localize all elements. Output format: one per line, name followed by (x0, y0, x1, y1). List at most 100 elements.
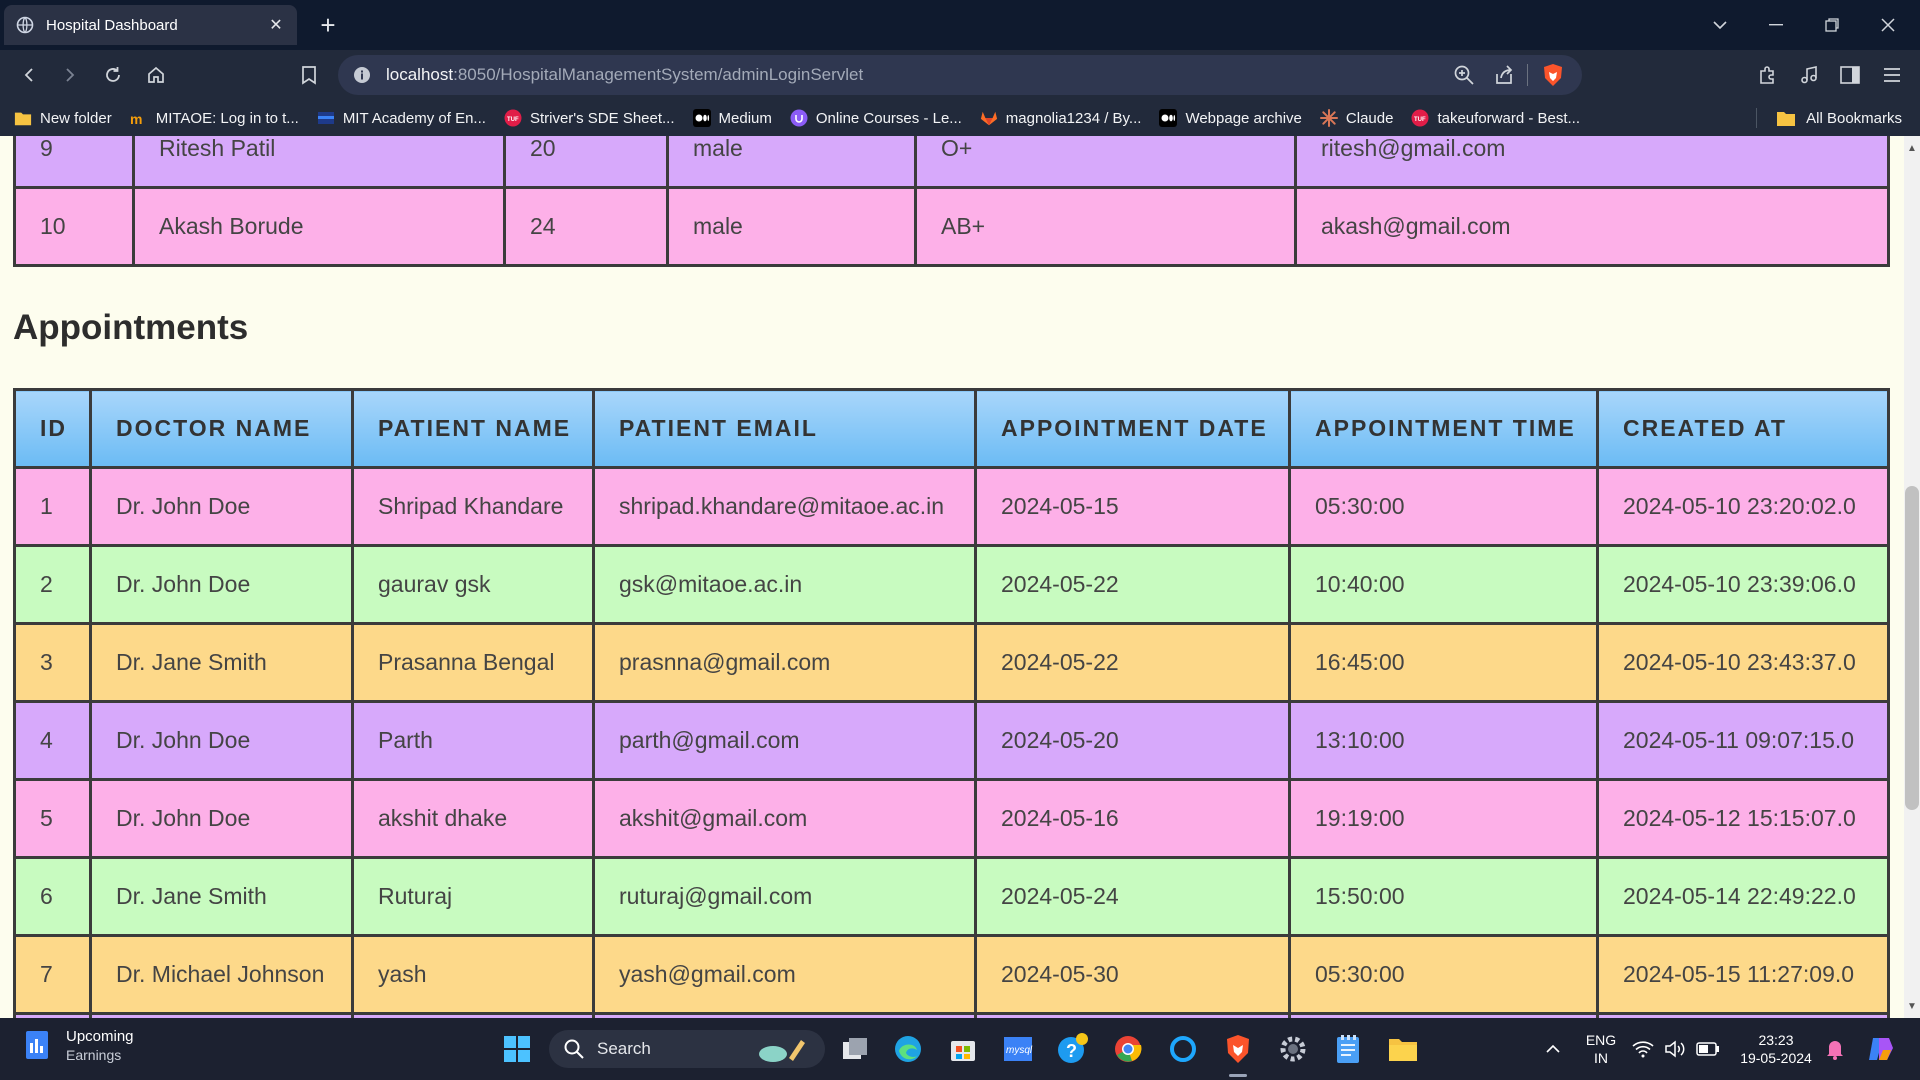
cortana-icon[interactable] (1165, 1031, 1201, 1067)
bookmark-item[interactable]: Claude (1319, 109, 1393, 127)
column-header: CREATED AT (1596, 388, 1890, 469)
table-cell: 05:30:00 (1288, 934, 1599, 1015)
scrollbar-thumb[interactable] (1905, 486, 1919, 810)
mit-icon (317, 109, 335, 127)
bookmark-label: Striver's SDE Sheet... (529, 109, 675, 127)
table-cell: Dr. Michael Johnson (89, 934, 354, 1015)
folder-icon (1776, 109, 1796, 127)
media-icon[interactable] (1793, 59, 1825, 91)
bookmark-item[interactable]: magnolia1234 / By... (980, 109, 1141, 127)
reload-icon[interactable] (97, 59, 129, 91)
table-cell: ritesh@gmail.com (1294, 136, 1890, 189)
table-cell: 2024-05-30 (974, 934, 1291, 1015)
bookmark-item[interactable]: Webpage archive (1159, 109, 1302, 127)
tab-search-chevron-icon[interactable] (1692, 0, 1748, 50)
restore-icon[interactable] (1804, 0, 1860, 50)
udemy-icon (790, 109, 808, 127)
table-cell: 05:30:00 (1288, 466, 1599, 547)
weather-widget[interactable]: Upcoming Earnings (24, 1028, 134, 1063)
tab-close-icon[interactable]: ✕ (267, 15, 285, 35)
home-icon[interactable] (140, 59, 172, 91)
bookmark-item[interactable]: TUF Striver's SDE Sheet... (504, 109, 675, 127)
table-cell: Shripad Khandare (351, 466, 595, 547)
edge-icon[interactable] (890, 1031, 926, 1067)
table-cell: 24 (503, 186, 669, 267)
bookmark-item[interactable]: m MITAOE: Log in to t... (130, 109, 299, 128)
tuf-icon: TUF (1411, 109, 1429, 127)
close-window-icon[interactable] (1860, 0, 1916, 50)
url-text[interactable]: localhost:8050/HospitalManagementSystem/… (386, 65, 1439, 85)
table-cell: Akash Borude (132, 186, 506, 267)
table-cell: 2024-05-12 15:15:07.0 (1596, 778, 1890, 859)
appointments-table: ID DOCTOR NAME PATIENT NAME PATIENT EMAIL AP… (13, 388, 1890, 1018)
bookmark-item[interactable]: Online Courses - Le... (790, 109, 962, 127)
all-bookmarks-button[interactable]: All Bookmarks (1776, 100, 1902, 136)
search-label: Search (597, 1039, 651, 1058)
tab-title: Hospital Dashboard (46, 16, 178, 34)
scroll-down-icon[interactable]: ▼ (1904, 998, 1920, 1016)
table-cell: akash@gmail.com (1294, 186, 1890, 267)
table-cell: yash@gmail.com (592, 934, 977, 1015)
mysql-workbench-icon[interactable]: mysql (1000, 1031, 1036, 1067)
bookmark-label: takeuforward - Best... (1437, 109, 1581, 127)
column-header: PATIENT EMAIL (592, 388, 977, 469)
task-view-icon[interactable] (837, 1031, 873, 1067)
table-cell: 2024-05-10 23:20:02.0 (1596, 466, 1890, 547)
help-icon[interactable]: ? (1055, 1031, 1091, 1067)
site-info-icon[interactable] (352, 65, 372, 85)
tuf-icon: TUF (504, 109, 522, 127)
show-hidden-icons-chevron[interactable] (1535, 1031, 1571, 1067)
language-indicator[interactable]: ENG IN (1580, 1031, 1622, 1067)
table-row: 1 Dr. John Doe Shripad Khandare shripad.kha… (13, 466, 1890, 547)
sidebar-icon[interactable] (1834, 59, 1866, 91)
column-header: DOCTOR NAME (89, 388, 354, 469)
bookmark-item[interactable]: TUF takeuforward - Best... (1411, 109, 1580, 127)
battery-icon[interactable] (1694, 1031, 1722, 1067)
brave-shields-icon[interactable] (1538, 60, 1568, 90)
table-cell: Dr. John Doe (89, 544, 354, 625)
taskbar-search[interactable]: Search (549, 1030, 825, 1068)
bookmark-label: New folder (40, 109, 112, 127)
table-cell: Ruturaj (351, 856, 595, 937)
chrome-icon[interactable] (1110, 1031, 1146, 1067)
back-icon[interactable] (13, 59, 45, 91)
bookmark-icon[interactable] (293, 59, 325, 91)
share-icon[interactable] (1489, 60, 1519, 90)
wifi-icon[interactable] (1630, 1031, 1656, 1067)
table-cell: Dr. Jane Smith (89, 856, 354, 937)
minimize-icon[interactable] (1748, 0, 1804, 50)
new-tab-button[interactable]: + (313, 8, 343, 42)
extensions-icon[interactable] (1752, 59, 1784, 91)
scroll-up-icon[interactable]: ▲ (1904, 140, 1920, 158)
mitaoe-icon: m (130, 109, 148, 127)
table-cell: Dr. John Doe (89, 700, 354, 781)
file-explorer-icon[interactable] (1385, 1031, 1421, 1067)
browser-tab[interactable]: Hospital Dashboard ✕ (4, 5, 297, 45)
notepad-icon[interactable] (1330, 1031, 1366, 1067)
clock[interactable]: 23:23 19-05-2024 (1734, 1031, 1818, 1067)
volume-icon[interactable] (1662, 1031, 1688, 1067)
all-bookmarks-label: All Bookmarks (1806, 109, 1902, 127)
forward-icon[interactable] (54, 59, 86, 91)
address-bar[interactable]: localhost:8050/HospitalManagementSystem/… (338, 55, 1582, 95)
bookmark-item[interactable]: Medium (692, 109, 772, 127)
notification-bell-icon[interactable] (1822, 1031, 1848, 1067)
brave-browser-icon[interactable] (1220, 1031, 1256, 1067)
menu-icon[interactable] (1876, 59, 1908, 91)
bookmarks-bar: New folder m MITAOE: Log in to t... MIT A… (0, 100, 1920, 136)
table-cell: 16:45:00 (1288, 622, 1599, 703)
widget-title: Upcoming (66, 1028, 134, 1045)
table-cell: ruturaj@gmail.com (592, 856, 977, 937)
bookmark-item[interactable]: MIT Academy of En... (317, 109, 486, 127)
table-cell: Ritesh Patil (132, 136, 506, 189)
table-row: 2 Dr. John Doe gaurav gsk gsk@mitaoe.ac.in 2… (13, 544, 1890, 625)
windows-start-icon[interactable] (499, 1031, 535, 1067)
bookmark-item[interactable]: New folder (14, 109, 112, 127)
copilot-icon[interactable] (1862, 1031, 1898, 1067)
settings-gear-icon[interactable] (1275, 1031, 1311, 1067)
table-row: 5 Dr. John Doe akshit dhake akshit@gmail.co… (13, 778, 1890, 859)
microsoft-store-icon[interactable] (945, 1031, 981, 1067)
table-cell: 2024-05-24 (974, 856, 1291, 937)
zoom-icon[interactable] (1449, 60, 1479, 90)
table-row: 6 Dr. Jane Smith Ruturaj ruturaj@gmail.com 2… (13, 856, 1890, 937)
